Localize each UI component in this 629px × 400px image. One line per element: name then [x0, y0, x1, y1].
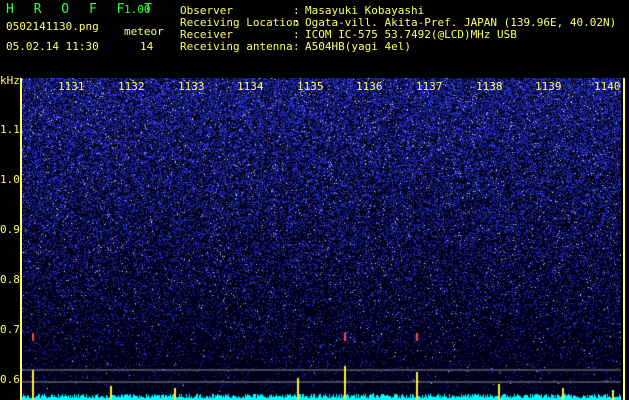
- axis-left-line: [20, 78, 22, 400]
- x-tick-label: 1133: [178, 80, 205, 93]
- y-tick-label: 0.6: [0, 373, 20, 386]
- y-tick-label: 0.7: [0, 323, 20, 336]
- x-tick-label: 1139: [535, 80, 562, 93]
- info-value: A504HB(yagi 4el): [305, 40, 411, 53]
- x-tick-label: 1134: [237, 80, 264, 93]
- axis-right-line: [623, 78, 625, 400]
- info-key: Receiving antenna: [180, 40, 293, 53]
- spectrogram-canvas: [22, 78, 621, 400]
- y-tick-label: 0.8: [0, 273, 20, 286]
- y-tick-label: 0.9: [0, 223, 20, 236]
- y-tick-label: 1.1: [0, 123, 20, 136]
- meteor-count: 14: [140, 40, 154, 53]
- x-tick-label: 1137: [416, 80, 443, 93]
- meteor-label: meteor: [124, 25, 164, 38]
- y-tick-label: 1.0: [0, 173, 20, 186]
- x-tick-label: 1135: [297, 80, 324, 93]
- file-name: 0502141130.png: [6, 20, 99, 33]
- x-tick-label: 1140: [594, 80, 621, 93]
- x-tick-label: 1131: [58, 80, 85, 93]
- x-tick-label: 1138: [476, 80, 503, 93]
- date-time: 05.02.14 11:30: [6, 40, 99, 53]
- x-tick-label: 1132: [118, 80, 145, 93]
- spectrogram: [22, 78, 621, 400]
- app-version: 1.00: [124, 3, 151, 16]
- info-colon: :: [293, 40, 300, 53]
- y-axis-unit: kHz: [0, 74, 20, 87]
- x-tick-label: 1136: [356, 80, 383, 93]
